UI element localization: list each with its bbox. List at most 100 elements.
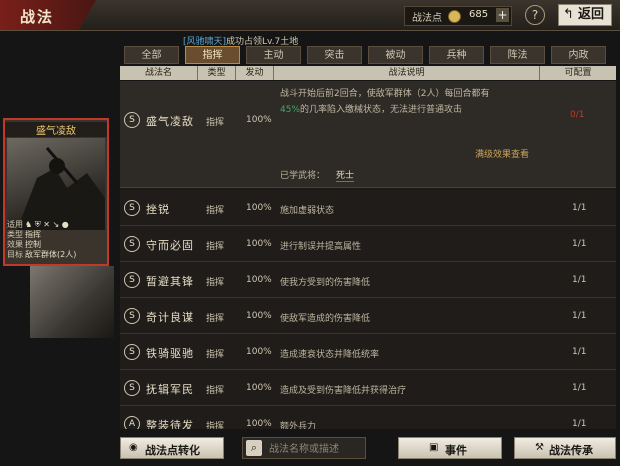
card-target-label: 目标 bbox=[7, 250, 23, 259]
table-row[interactable]: S 奇计良谋 指挥 100% 使敌军造成的伤害降低 1/1 bbox=[120, 298, 616, 334]
grade-icon: S bbox=[124, 112, 140, 128]
tactic-card[interactable]: 盛气凌敌 适用 ♞ ⛨ ✕ ↘ ● 类型 指挥 效果 控制 目标 敌军群体(2人) bbox=[3, 118, 109, 266]
tactic-count: 1/1 bbox=[572, 239, 587, 249]
tactic-type: 指挥 bbox=[206, 422, 225, 429]
inherit-button[interactable]: ⚒ 战法传承 bbox=[514, 437, 616, 459]
page-title-banner: 战法 bbox=[0, 0, 96, 30]
category-tabs: 全部 指挥 主动 突击 被动 兵种 阵法 内政 bbox=[120, 46, 616, 64]
table-row[interactable]: S 暂避其锋 指挥 100% 使我方受到的伤害降低 1/1 bbox=[120, 262, 616, 298]
card-title: 盛气凌敌 bbox=[5, 122, 107, 137]
card-apply-row: 适用 ♞ ⛨ ✕ ↘ ● bbox=[7, 220, 105, 230]
tactic-desc: 使敌军造成的伤害降低 bbox=[280, 314, 371, 324]
tactic-name: 奇计良谋 bbox=[146, 311, 194, 324]
tab-assault[interactable]: 突击 bbox=[307, 46, 362, 64]
tactic-type: 指挥 bbox=[206, 386, 225, 396]
tactic-name: 抚辑军民 bbox=[146, 383, 194, 396]
search-icon: ⌕ bbox=[246, 440, 262, 456]
tactic-points-box: 战法点 685 + bbox=[404, 6, 512, 26]
table-row[interactable]: S 守而必固 指挥 100% 进行制误并提高属性 1/1 bbox=[120, 226, 616, 262]
tactic-name: 暂避其锋 bbox=[146, 275, 194, 288]
learned-general[interactable]: 死士 bbox=[336, 168, 355, 182]
tactic-name: 整装待发 bbox=[146, 419, 194, 429]
tab-troop[interactable]: 兵种 bbox=[429, 46, 484, 64]
back-button[interactable]: ↰ 返回 bbox=[558, 4, 612, 26]
tactic-points-value: 685 bbox=[469, 9, 489, 20]
search-field[interactable]: ⌕ bbox=[242, 437, 367, 459]
table-row[interactable]: S 挫锐 指挥 100% 施加虚弱状态 1/1 bbox=[120, 190, 616, 226]
column-headers: 战法名 类型 发动 战法说明 可配置 bbox=[120, 66, 616, 80]
inherit-label: 战法传承 bbox=[549, 444, 593, 457]
tactic-name: 挫锐 bbox=[146, 203, 170, 216]
card-effect-row: 效果 控制 bbox=[7, 240, 105, 250]
col-name: 战法名 bbox=[120, 66, 198, 80]
tab-command[interactable]: 指挥 bbox=[185, 46, 240, 64]
event-button[interactable]: ▣ 事件 bbox=[398, 437, 502, 459]
tactic-desc-line2: 45%的几率陷入缴械状态，无法进行普通攻击 bbox=[280, 102, 540, 115]
tactic-desc: 额外兵力 bbox=[280, 422, 317, 429]
tactic-type: 指挥 bbox=[206, 314, 225, 324]
col-count: 可配置 bbox=[540, 66, 616, 80]
card-target-row: 目标 敌军群体(2人) bbox=[7, 250, 105, 260]
grade-icon: S bbox=[124, 200, 140, 216]
back-arrow-icon: ↰ bbox=[563, 7, 574, 22]
tactic-name: 盛气凌敌 bbox=[146, 115, 194, 128]
tactic-count: 1/1 bbox=[572, 419, 587, 429]
tactic-desc: 进行制误并提高属性 bbox=[280, 242, 362, 252]
tactic-type: 指挥 bbox=[206, 206, 225, 216]
warrior-art-icon bbox=[17, 147, 105, 230]
tactic-rate: 100% bbox=[246, 115, 272, 125]
col-type: 类型 bbox=[198, 66, 236, 80]
tactic-points-icon bbox=[448, 10, 461, 23]
card-info: 适用 ♞ ⛨ ✕ ↘ ● 类型 指挥 效果 控制 目标 敌军群体(2人) bbox=[7, 220, 105, 260]
tab-domestic[interactable]: 内政 bbox=[551, 46, 606, 64]
tactic-type: 指挥 bbox=[206, 242, 225, 252]
tactic-rate: 100% bbox=[246, 419, 272, 429]
tactic-type: 指挥 bbox=[206, 278, 225, 288]
convert-points-button[interactable]: ◉ 战法点转化 bbox=[120, 437, 224, 459]
tactic-desc-line1: 战斗开始后前2回合，使敌军群体（2人）每回合都有 bbox=[280, 89, 490, 99]
tactic-desc-percent: 45% bbox=[280, 105, 301, 115]
tactics-list: S 盛气凌敌 指挥 100% 战斗开始后前2回合，使敌军群体（2人）每回合都有 … bbox=[120, 81, 616, 429]
tactic-count: 1/1 bbox=[572, 275, 587, 285]
card-effect-label: 效果 bbox=[7, 240, 23, 249]
coin-icon: ◉ bbox=[129, 442, 138, 453]
tactic-name: 铁骑驱驰 bbox=[146, 347, 194, 360]
full-effect-link[interactable]: 满级效果查看 bbox=[475, 147, 529, 160]
tactic-rate: 100% bbox=[246, 311, 272, 321]
top-bar: 战法 战法点 685 + ? ↰ 返回 bbox=[0, 0, 620, 31]
selected-tactic-row[interactable]: S 盛气凌敌 指挥 100% 战斗开始后前2回合，使敌军群体（2人）每回合都有 … bbox=[120, 81, 616, 188]
tab-all[interactable]: 全部 bbox=[124, 46, 179, 64]
tactic-count: 1/1 bbox=[572, 311, 587, 321]
event-label: 事件 bbox=[445, 444, 467, 457]
tactic-points-label: 战法点 bbox=[412, 13, 442, 24]
tab-formation[interactable]: 阵法 bbox=[490, 46, 545, 64]
tactic-type: 指挥 bbox=[206, 350, 225, 360]
hammer-icon: ⚒ bbox=[535, 442, 544, 453]
card-type-row: 类型 指挥 bbox=[7, 230, 105, 240]
card-apply-label: 适用 bbox=[7, 220, 23, 229]
table-row[interactable]: S 抚辑军民 指挥 100% 造成及受到伤害降低并获得治疗 1/1 bbox=[120, 370, 616, 406]
grade-icon: S bbox=[124, 272, 140, 288]
tactic-desc: 造成及受到伤害降低并获得治疗 bbox=[280, 386, 407, 396]
card-type-value: 指挥 bbox=[25, 230, 41, 239]
help-button[interactable]: ? bbox=[525, 5, 545, 25]
tactic-count: 1/1 bbox=[572, 347, 587, 357]
tactic-rate: 100% bbox=[246, 347, 272, 357]
grade-icon: S bbox=[124, 344, 140, 360]
tactic-desc: 施加虚弱状态 bbox=[280, 206, 335, 216]
card-stack-art bbox=[30, 266, 114, 338]
tab-passive[interactable]: 被动 bbox=[368, 46, 423, 64]
tactic-rate: 100% bbox=[246, 239, 272, 249]
table-row[interactable]: S 铁骑驱驰 指挥 100% 造成速衰状态并降低统率 1/1 bbox=[120, 334, 616, 370]
tactic-desc: 造成速衰状态并降低统率 bbox=[280, 350, 380, 360]
table-row[interactable]: A 整装待发 指挥 100% 额外兵力 1/1 bbox=[120, 406, 616, 429]
tactic-rate: 100% bbox=[246, 383, 272, 393]
grade-icon: S bbox=[124, 236, 140, 252]
troop-type-icons: ♞ ⛨ ✕ ↘ ● bbox=[25, 220, 69, 229]
tab-active[interactable]: 主动 bbox=[246, 46, 301, 64]
search-input[interactable] bbox=[267, 440, 367, 458]
tactic-count: 1/1 bbox=[572, 203, 587, 213]
grade-icon: S bbox=[124, 380, 140, 396]
add-points-button[interactable]: + bbox=[496, 8, 509, 22]
card-type-label: 类型 bbox=[7, 230, 23, 239]
